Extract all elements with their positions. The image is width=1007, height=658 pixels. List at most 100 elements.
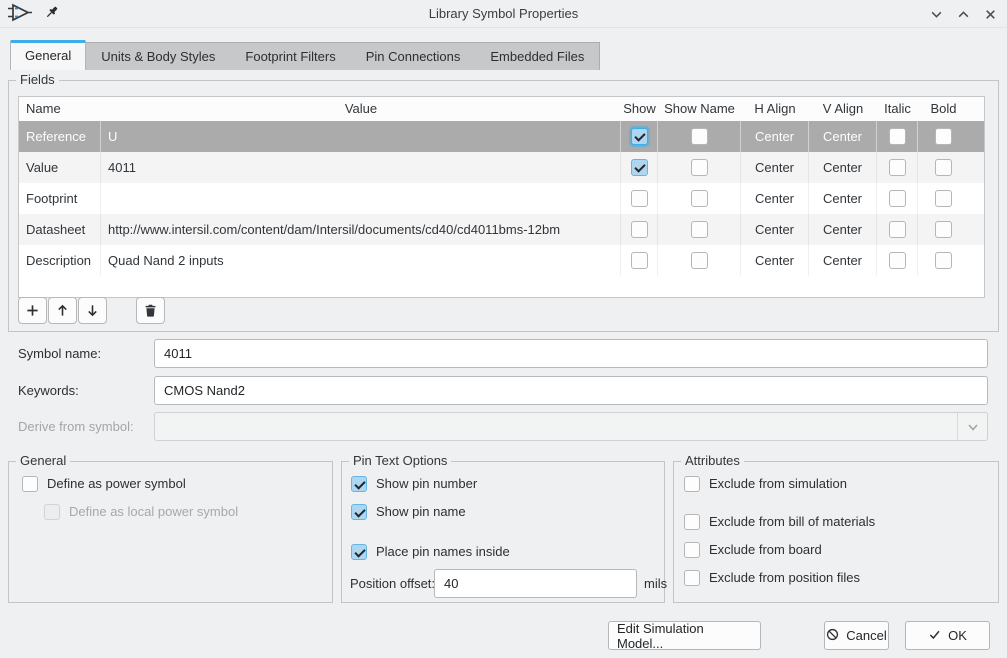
v-align-cell[interactable]: Center [809, 121, 877, 152]
bold-checkbox[interactable] [935, 128, 952, 145]
field-value[interactable]: Quad Nand 2 inputs [101, 245, 621, 276]
exclude-from-board-checkbox[interactable] [684, 542, 700, 558]
table-row-description[interactable]: Description Quad Nand 2 inputs Center Ce… [19, 245, 984, 276]
window-title: Library Symbol Properties [0, 0, 1007, 28]
v-align-cell[interactable]: Center [809, 245, 877, 276]
cancel-icon [826, 628, 839, 644]
column-header-name[interactable]: Name [19, 97, 101, 121]
show-checkbox[interactable] [631, 159, 648, 176]
shade-window-button[interactable] [929, 7, 943, 21]
show-checkbox[interactable] [631, 128, 648, 145]
keywords-input[interactable] [154, 376, 988, 405]
field-value[interactable] [101, 183, 621, 214]
show-pin-name-checkbox[interactable] [351, 504, 367, 520]
maximize-window-button[interactable] [956, 7, 970, 21]
show-name-checkbox[interactable] [691, 221, 708, 238]
show-checkbox[interactable] [631, 190, 648, 207]
symbol-name-input[interactable] [154, 339, 988, 368]
tab-footprint-filters[interactable]: Footprint Filters [230, 43, 350, 70]
italic-checkbox[interactable] [889, 128, 906, 145]
column-header-bold[interactable]: Bold [918, 97, 969, 121]
place-pin-names-inside-option[interactable]: Place pin names inside [351, 543, 510, 560]
derive-from-symbol-label: Derive from symbol: [18, 412, 134, 441]
define-local-power-symbol-checkbox [44, 504, 60, 520]
column-header-value[interactable]: Value [101, 97, 621, 121]
h-align-cell[interactable]: Center [741, 152, 809, 183]
define-power-symbol-checkbox[interactable] [22, 476, 38, 492]
table-row-reference[interactable]: Reference U Center Center [19, 121, 984, 152]
define-power-symbol-option[interactable]: Define as power symbol [22, 475, 186, 492]
show-pin-number-option[interactable]: Show pin number [351, 475, 477, 492]
place-pin-names-inside-checkbox[interactable] [351, 544, 367, 560]
column-header-italic[interactable]: Italic [877, 97, 918, 121]
add-field-button[interactable] [18, 297, 47, 324]
exclude-from-simulation-option[interactable]: Exclude from simulation [684, 475, 847, 492]
derive-from-symbol-combobox[interactable] [154, 412, 988, 441]
column-header-show-name[interactable]: Show Name [658, 97, 741, 121]
h-align-cell[interactable]: Center [741, 245, 809, 276]
tab-units-body-styles[interactable]: Units & Body Styles [86, 43, 230, 70]
show-checkbox[interactable] [631, 221, 648, 238]
italic-checkbox[interactable] [889, 190, 906, 207]
italic-checkbox[interactable] [889, 159, 906, 176]
field-name[interactable]: Description [19, 245, 101, 276]
move-up-button[interactable] [48, 297, 77, 324]
fields-table-header: Name Value Show Show Name H Align V Alig… [19, 97, 984, 121]
show-name-checkbox[interactable] [691, 190, 708, 207]
exclude-from-position-files-option[interactable]: Exclude from position files [684, 569, 860, 586]
exclude-from-bom-option[interactable]: Exclude from bill of materials [684, 513, 875, 530]
column-header-show[interactable]: Show [621, 97, 658, 121]
fields-group-label: Fields [16, 72, 59, 87]
tab-pin-connections[interactable]: Pin Connections [351, 43, 476, 70]
tab-embedded-files[interactable]: Embedded Files [475, 43, 599, 70]
exclude-from-board-option[interactable]: Exclude from board [684, 541, 822, 558]
position-offset-input[interactable] [434, 569, 637, 598]
fields-table: Name Value Show Show Name H Align V Alig… [18, 96, 985, 298]
table-row-datasheet[interactable]: Datasheet http://www.intersil.com/conten… [19, 214, 984, 245]
show-name-checkbox[interactable] [691, 252, 708, 269]
bold-checkbox[interactable] [935, 221, 952, 238]
exclude-from-simulation-checkbox[interactable] [684, 476, 700, 492]
v-align-cell[interactable]: Center [809, 183, 877, 214]
italic-checkbox[interactable] [889, 221, 906, 238]
field-value[interactable]: U [101, 121, 621, 152]
field-name[interactable]: Footprint [19, 183, 101, 214]
field-name[interactable]: Reference [19, 121, 101, 152]
delete-field-button[interactable] [136, 297, 165, 324]
show-checkbox[interactable] [631, 252, 648, 269]
h-align-cell[interactable]: Center [741, 214, 809, 245]
chevron-down-icon [957, 413, 987, 440]
titlebar: Library Symbol Properties [0, 0, 1007, 28]
exclude-from-bom-checkbox[interactable] [684, 514, 700, 530]
exclude-from-position-files-checkbox[interactable] [684, 570, 700, 586]
field-name[interactable]: Value [19, 152, 101, 183]
column-header-h-align[interactable]: H Align [741, 97, 809, 121]
bold-checkbox[interactable] [935, 159, 952, 176]
table-row-footprint[interactable]: Footprint Center Center [19, 183, 984, 214]
v-align-cell[interactable]: Center [809, 152, 877, 183]
bold-checkbox[interactable] [935, 252, 952, 269]
edit-simulation-model-button[interactable]: Edit Simulation Model... [608, 621, 761, 650]
italic-checkbox[interactable] [889, 252, 906, 269]
show-name-checkbox[interactable] [691, 128, 708, 145]
bold-checkbox[interactable] [935, 190, 952, 207]
field-value[interactable]: 4011 [101, 152, 621, 183]
table-row-value[interactable]: Value 4011 Center Center [19, 152, 984, 183]
h-align-cell[interactable]: Center [741, 183, 809, 214]
keywords-label: Keywords: [18, 376, 79, 405]
close-window-button[interactable] [983, 7, 997, 21]
tab-general[interactable]: General [10, 40, 86, 70]
field-name[interactable]: Datasheet [19, 214, 101, 245]
position-offset-label: Position offset: [350, 569, 435, 598]
h-align-cell[interactable]: Center [741, 121, 809, 152]
ok-button[interactable]: OK [905, 621, 990, 650]
v-align-cell[interactable]: Center [809, 214, 877, 245]
show-name-checkbox[interactable] [691, 159, 708, 176]
cancel-button[interactable]: Cancel [824, 621, 889, 650]
show-pin-name-option[interactable]: Show pin name [351, 503, 466, 520]
column-header-v-align[interactable]: V Align [809, 97, 877, 121]
show-pin-number-checkbox[interactable] [351, 476, 367, 492]
tab-bar: General Units & Body Styles Footprint Fi… [10, 40, 600, 70]
field-value[interactable]: http://www.intersil.com/content/dam/Inte… [101, 214, 621, 245]
move-down-button[interactable] [78, 297, 107, 324]
